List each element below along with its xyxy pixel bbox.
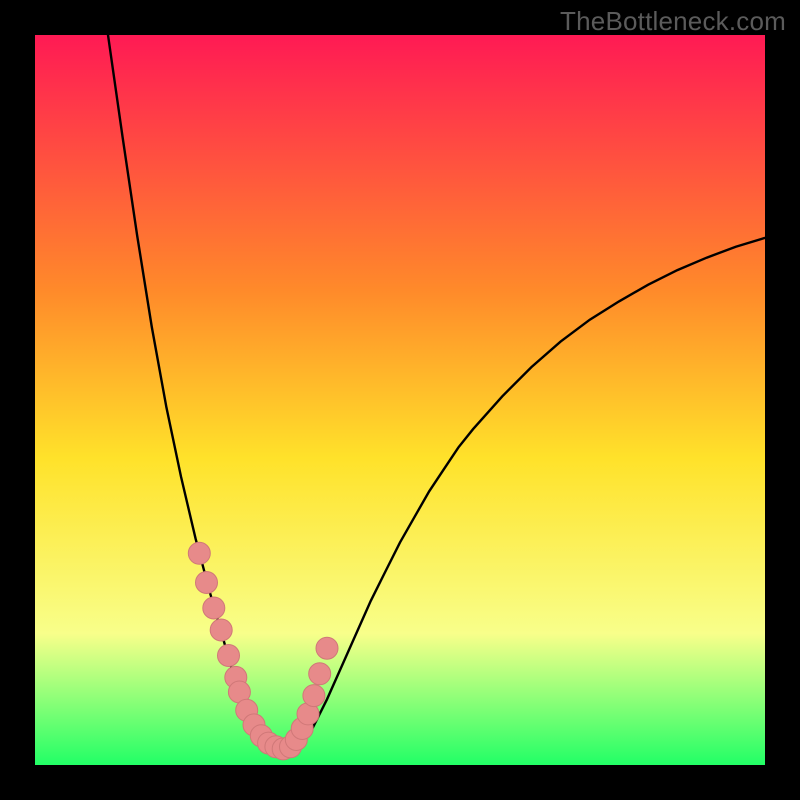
curve-marker xyxy=(218,645,240,667)
curve-marker xyxy=(196,572,218,594)
bottleneck-chart xyxy=(0,0,800,800)
chart-frame: TheBottleneck.com xyxy=(0,0,800,800)
plot-background xyxy=(35,35,765,765)
curve-marker xyxy=(203,597,225,619)
curve-marker xyxy=(210,619,232,641)
curve-marker xyxy=(309,663,331,685)
watermark-text: TheBottleneck.com xyxy=(560,6,786,37)
curve-marker xyxy=(303,685,325,707)
curve-marker xyxy=(316,637,338,659)
curve-marker xyxy=(188,542,210,564)
